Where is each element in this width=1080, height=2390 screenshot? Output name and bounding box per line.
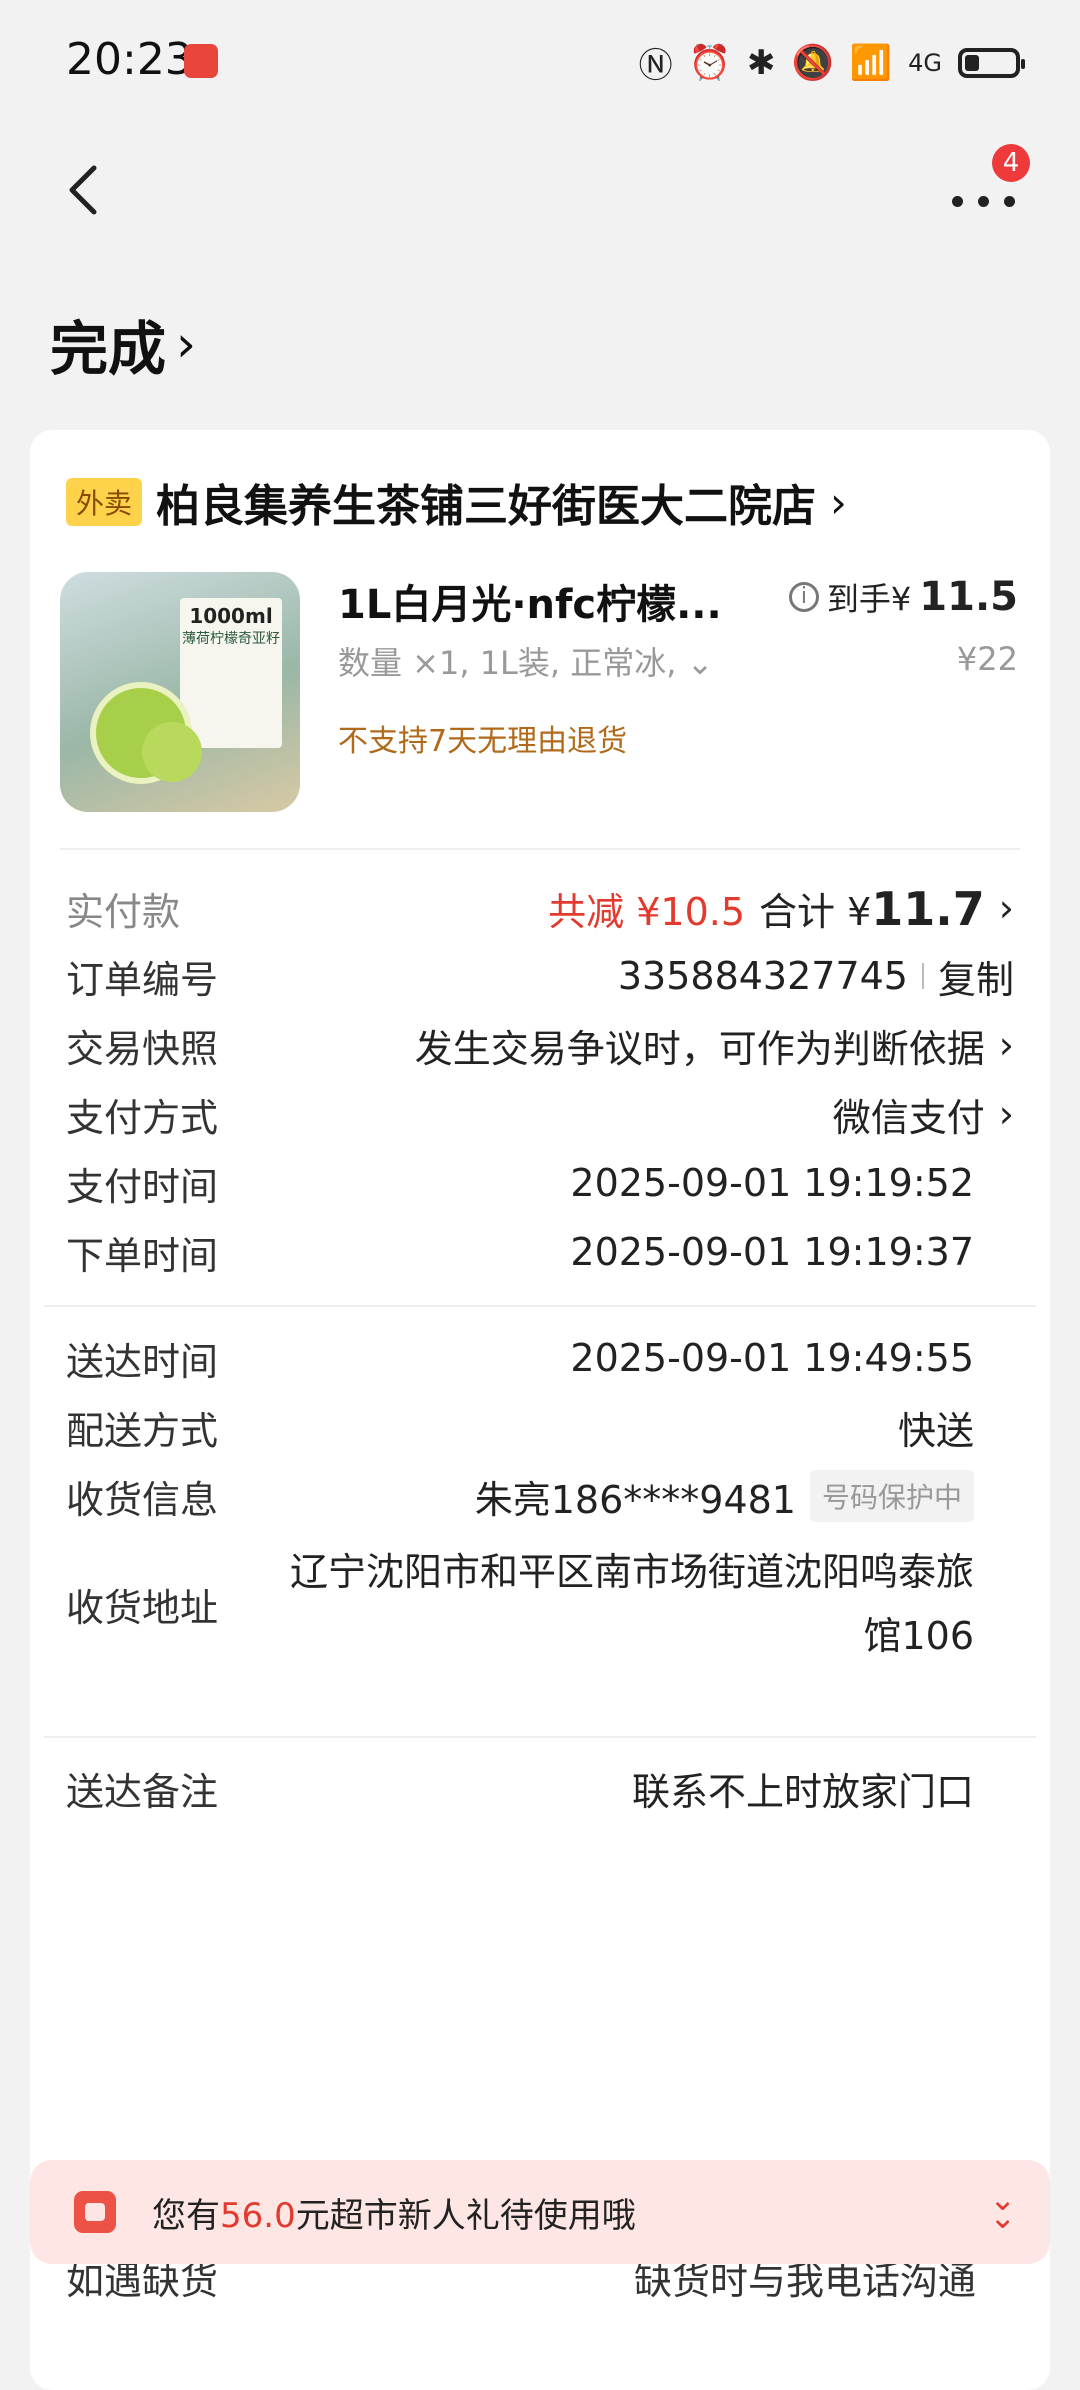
app-notification-icon xyxy=(184,44,218,78)
promo-prefix: 您有 xyxy=(152,2195,220,2236)
more-dots-icon xyxy=(952,196,963,207)
order-number-row: 订单编号 335884327745 复制 xyxy=(66,946,1014,1006)
wifi-icon: 📶 xyxy=(849,42,893,83)
total-number: 11.7 xyxy=(871,881,985,936)
back-button[interactable] xyxy=(60,160,110,220)
address-label: 收货地址 xyxy=(66,1585,219,1630)
more-dot xyxy=(1004,196,1015,207)
order-number-value: 335884327745 复制 xyxy=(618,949,1014,1004)
delivery-method-row: 配送方式 快送 xyxy=(66,1397,1014,1457)
address-value: 辽宁沈阳市和平区南市场街道沈阳鸣泰旅馆106 xyxy=(289,1550,974,1658)
snapshot-label: 交易快照 xyxy=(66,1026,219,1071)
chevron-left-icon xyxy=(69,165,97,215)
promo-banner[interactable]: 您有56.0元超市新人礼待使用哦 ⌄ ⌄ xyxy=(30,2160,1050,2264)
status-icons: Ⓝ ⏰ ✱ 🔕 📶 4G xyxy=(638,38,1025,87)
separator xyxy=(921,963,924,989)
divider xyxy=(60,848,1020,850)
product-image-subtitle: 薄荷柠檬奇亚籽 xyxy=(182,631,280,647)
pay-time-value: 2025-09-01 19:19:52 xyxy=(570,1161,974,1205)
total-prefix: 合计 ¥ xyxy=(759,889,872,934)
order-number: 335884327745 xyxy=(617,954,908,998)
more-menu-button[interactable] xyxy=(946,178,1026,218)
order-time-row: 下单时间 2025-09-01 19:19:37 xyxy=(66,1222,1014,1282)
divider xyxy=(44,1736,1036,1738)
divider xyxy=(44,1305,1036,1307)
payment-value: 共减 ¥10.5 合计 ¥11.7 › xyxy=(548,881,1014,936)
nfc-icon: Ⓝ xyxy=(638,46,673,86)
receiver-row: 收货信息 朱亮186****9481 号码保护中 xyxy=(66,1466,1014,1526)
chevron-right-icon: › xyxy=(998,1023,1014,1067)
delivery-time-value: 2025-09-01 19:49:55 xyxy=(570,1336,974,1380)
receiver-text: 朱亮186****9481 xyxy=(474,1477,796,1522)
order-status-title[interactable]: 完成 › xyxy=(50,302,196,386)
status-bar: 20:23 Ⓝ ⏰ ✱ 🔕 📶 4G xyxy=(0,0,1080,120)
battery-icon xyxy=(958,47,1025,78)
chevron-down-icon: ⌄ xyxy=(686,644,714,682)
chevron-right-icon: › xyxy=(998,886,1014,930)
lime-graphic xyxy=(142,722,202,782)
discount-amount: 共减 ¥10.5 xyxy=(548,889,746,934)
chevron-right-icon: › xyxy=(176,315,197,373)
remark-value: 联系不上时放家门口 xyxy=(631,1769,974,1814)
payment-label: 实付款 xyxy=(66,889,181,934)
price-amount: 11.5 xyxy=(919,574,1018,620)
more-dot xyxy=(978,196,989,207)
total-amount: 合计 ¥11.7 xyxy=(759,881,985,936)
price-prefix: 到手¥ xyxy=(826,580,912,618)
receiver-value: 朱亮186****9481 号码保护中 xyxy=(475,1469,974,1524)
chevron-right-icon: › xyxy=(830,477,847,527)
takeout-tag: 外卖 xyxy=(66,478,143,526)
snapshot-value: 发生交易争议时，可作为判断依据 › xyxy=(415,1018,1014,1073)
status-time: 20:23 xyxy=(66,34,193,85)
info-icon: i xyxy=(788,582,819,612)
pay-method-row[interactable]: 支付方式 微信支付 › xyxy=(66,1084,1014,1144)
pay-method-text: 微信支付 xyxy=(832,1095,985,1140)
address-row: 收货地址 辽宁沈阳市和平区南市场街道沈阳鸣泰旅馆106 xyxy=(66,1540,1014,1668)
product-image-title: 1000ml xyxy=(189,604,273,628)
product-name[interactable]: 1L白月光·nfc柠檬... xyxy=(338,572,722,630)
alarm-icon: ⏰ xyxy=(688,42,731,83)
product-spec[interactable]: 数量 ×1, 1L装, 正常冰, ⌄ xyxy=(338,638,713,684)
order-number-label: 订单编号 xyxy=(66,957,219,1002)
delivery-method-label: 配送方式 xyxy=(66,1408,219,1453)
delivery-time-row: 送达时间 2025-09-01 19:49:55 xyxy=(66,1328,1014,1388)
remark-label: 送达备注 xyxy=(66,1769,219,1814)
copy-button[interactable]: 复制 xyxy=(938,949,1014,1004)
product-spec-text: 数量 ×1, 1L装, 正常冰, xyxy=(338,644,677,682)
payment-row[interactable]: 实付款 共减 ¥10.5 合计 ¥11.7 › xyxy=(66,878,1014,938)
snapshot-text: 发生交易争议时，可作为判断依据 xyxy=(414,1026,985,1071)
bluetooth-icon: ✱ xyxy=(746,42,776,83)
store-header[interactable]: 外卖 柏良集养生茶铺三好街医大二院店 › xyxy=(66,470,847,534)
privacy-badge: 号码保护中 xyxy=(809,1470,974,1522)
receiver-label: 收货信息 xyxy=(66,1477,219,1522)
pay-method-label: 支付方式 xyxy=(66,1095,219,1140)
order-status-label: 完成 xyxy=(50,315,167,383)
promo-text: 您有56.0元超市新人礼待使用哦 xyxy=(152,2188,636,2237)
promo-amount: 56.0 xyxy=(220,2195,296,2236)
delivery-method-value: 快送 xyxy=(897,1408,974,1453)
order-card: 外卖 柏良集养生茶铺三好街医大二院店 › 1000ml 薄荷柠檬奇亚籽 1L白月… xyxy=(30,430,1050,2390)
return-policy-note: 不支持7天无理由退货 xyxy=(338,724,628,759)
gift-icon xyxy=(74,2191,116,2233)
pay-time-row: 支付时间 2025-09-01 19:19:52 xyxy=(66,1153,1014,1213)
product-original-price: ¥22 xyxy=(956,640,1018,678)
delivery-time-label: 送达时间 xyxy=(66,1339,219,1384)
remark-row: 送达备注 联系不上时放家门口 xyxy=(66,1758,1014,1818)
order-time-value: 2025-09-01 19:19:37 xyxy=(570,1230,974,1274)
store-name: 柏良集养生茶铺三好街医大二院店 xyxy=(156,481,817,532)
double-chevron-down-icon[interactable]: ⌄ ⌄ xyxy=(989,2183,1016,2233)
chevron-right-icon: › xyxy=(998,1092,1014,1136)
product-image-label: 1000ml 薄荷柠檬奇亚籽 xyxy=(180,598,282,748)
network-type: 4G xyxy=(908,48,942,77)
message-badge: 4 xyxy=(992,144,1030,182)
product-final-price[interactable]: i 到手¥ 11.5 xyxy=(788,574,1018,620)
product-image[interactable]: 1000ml 薄荷柠檬奇亚籽 xyxy=(60,572,300,812)
pay-time-label: 支付时间 xyxy=(66,1164,219,1209)
promo-suffix: 元超市新人礼待使用哦 xyxy=(295,2195,636,2236)
mute-icon: 🔕 xyxy=(791,42,834,83)
order-time-label: 下单时间 xyxy=(66,1233,219,1278)
pay-method-value: 微信支付 › xyxy=(833,1087,1014,1142)
snapshot-row[interactable]: 交易快照 发生交易争议时，可作为判断依据 › xyxy=(66,1015,1014,1075)
